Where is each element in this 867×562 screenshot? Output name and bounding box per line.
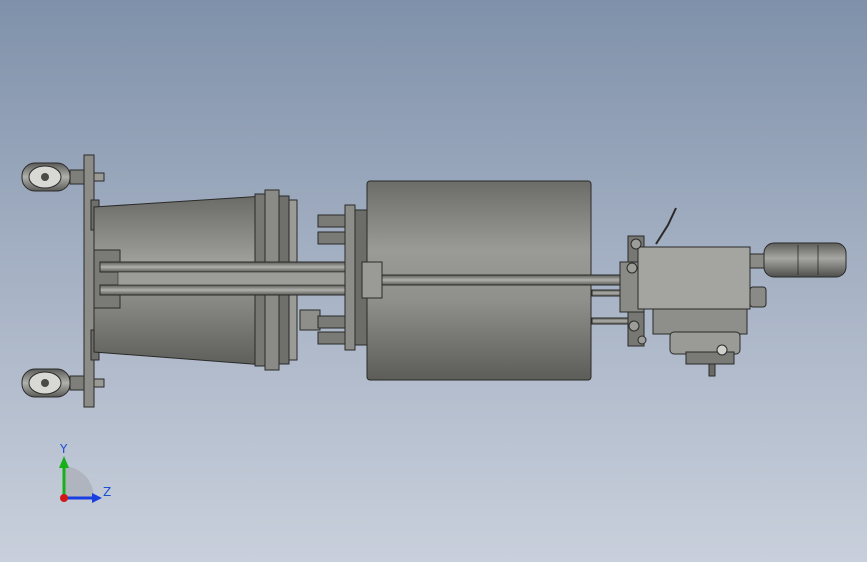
y-axis-arrowhead [59, 456, 69, 468]
triad-graphic [59, 456, 102, 503]
y-axis-label: Y [60, 442, 68, 456]
handle [749, 242, 847, 278]
z-axis-arrowhead [92, 493, 102, 503]
gearbox-unit [619, 207, 767, 377]
axis-triad: Y Z [44, 438, 124, 518]
frame-rails [99, 261, 371, 296]
assembly-model[interactable] [0, 0, 867, 562]
origin-point [60, 494, 68, 502]
cad-viewport[interactable]: Y Z [0, 0, 867, 562]
z-axis-label: Z [103, 485, 112, 499]
